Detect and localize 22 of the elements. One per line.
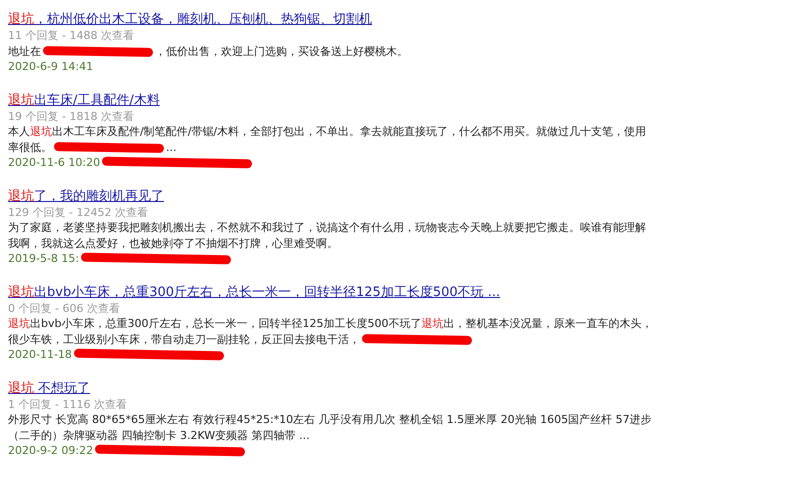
reply-view-stats: 129 个回复 - 12452 次查看 <box>8 206 148 218</box>
result-snippet: 本人退坑出木工车床及配件/制笔配件/带锯/木料，全部打包出，不单出。拿去就能直接玩了，什么都不用买。就做过几十支笔，使用 <box>8 124 646 140</box>
reply-view-stats: 1 个回复 - 1116 次查看 <box>8 398 127 410</box>
post-date: 2020-6-9 14:41 <box>8 59 94 74</box>
post-date: 2020-11-18 <box>8 347 72 362</box>
result-snippet: 我啊，我就这么点爱好，也被她剥夺了不抽烟不打牌，心里难受啊。 <box>8 236 338 251</box>
result-title-link[interactable]: 退坑出车床/工具配件/木料 <box>8 92 160 108</box>
result-snippet: 为了家庭，老婆坚持要我把雕刻机搬出去，不然就不和我过了，说搞这个有什么用，玩物丧志今天晚上就要把它搬走。唉谁有能理解 <box>8 220 646 236</box>
post-date: 2020-11-6 10:20 <box>8 155 100 170</box>
result-snippet: 退坑出bvb小车床，总重300斤左右，总长一米一，回转半径125加工长度500不玩了退坑出，整机基本没况量，原来一直车的木头， <box>8 316 652 332</box>
reply-view-stats: 11 个回复 - 1488 次查看 <box>8 29 134 42</box>
result-snippet: 地址在 <box>8 44 41 59</box>
result-snippet: （二手的）杂牌驱动器 四轴控制卡 3.2KW变频器 第四轴带 ... <box>8 428 310 443</box>
post-date: 2020-9-2 09:22 <box>8 443 94 458</box>
result-snippet: ... <box>166 140 176 155</box>
result-snippet: 外形尺寸 长宽高 80*65*65厘米左右 有效行程45*25:*10左右 几乎没有用几次 整机全铝 1.5厘米厚 20光轴 1605国产丝杆 57进步 <box>8 412 652 428</box>
reply-view-stats: 19 个回复 - 1818 次查看 <box>8 110 134 122</box>
result-snippet: 率很低。 <box>8 140 52 155</box>
post-date: 2019-5-8 15: <box>8 251 80 266</box>
reply-view-stats: 0 个回复 - 606 次查看 <box>8 302 120 314</box>
result-snippet: ，低价出售，欢迎上门选购，买设备送上好樱桃木。 <box>155 44 408 59</box>
result-snippet: 很少车铁，工业级别小车床，带自动走刀一副挂轮，反正回去接电干活， <box>8 332 360 347</box>
